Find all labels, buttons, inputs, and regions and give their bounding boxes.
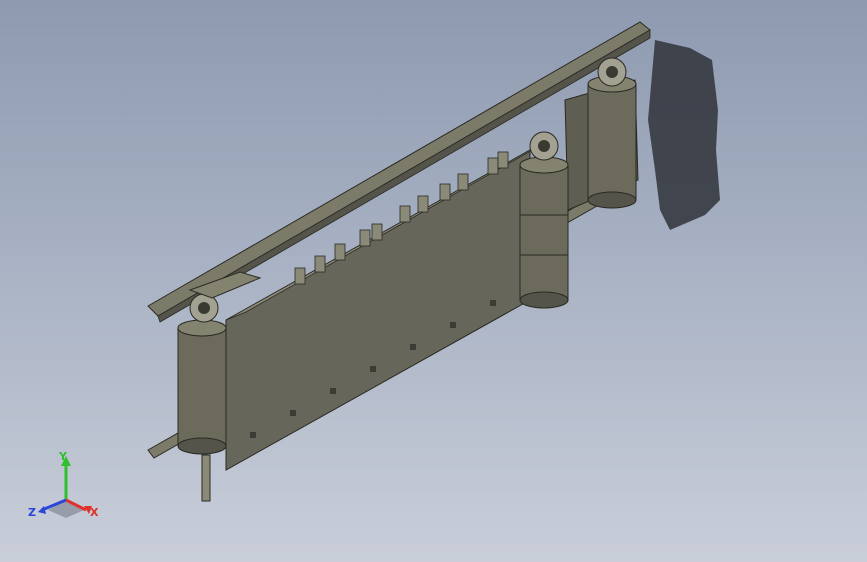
z-axis-label: Z (28, 506, 36, 519)
triad-base (48, 500, 84, 518)
y-axis-label: Y (58, 450, 68, 463)
model-shadow (648, 40, 720, 230)
conveyor-model[interactable] (0, 0, 867, 562)
conveyor-belt (225, 149, 531, 471)
left-drum (177, 293, 227, 502)
orientation-triad[interactable]: Y X Z (26, 448, 106, 528)
graphics-viewport[interactable]: Y X Z (0, 0, 867, 562)
right-drum (587, 57, 637, 209)
x-axis-label: X (90, 506, 99, 519)
z-axis-arrow-icon (38, 506, 46, 514)
